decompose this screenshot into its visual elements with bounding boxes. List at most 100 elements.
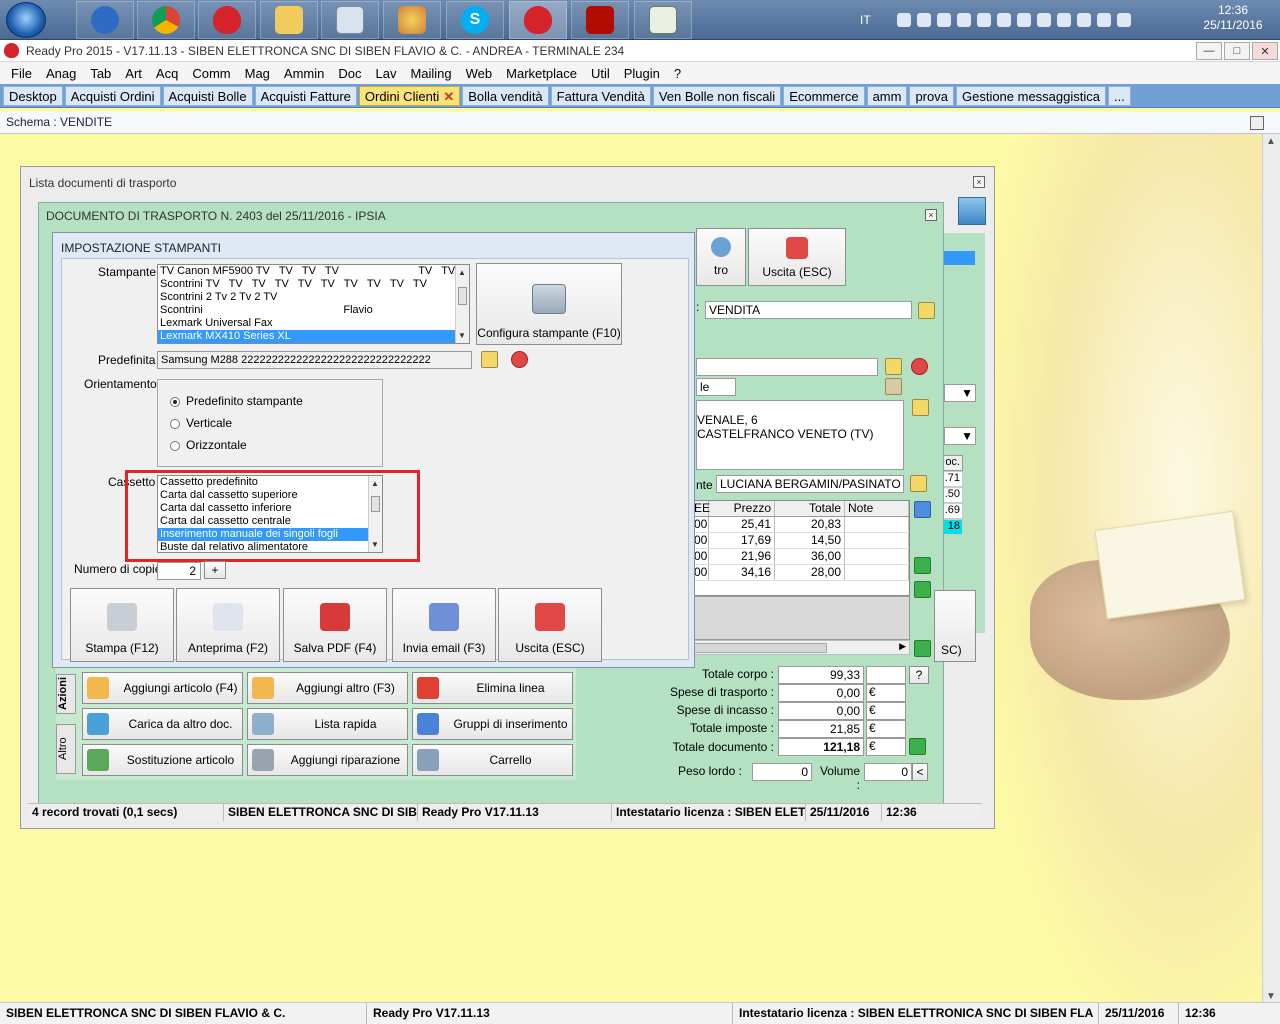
quick-list-button[interactable]: Lista rapida: [247, 708, 408, 740]
network-tray-icon[interactable]: [936, 13, 951, 27]
scroll-thumb[interactable]: [458, 287, 467, 305]
flag-tray-icon[interactable]: [1056, 13, 1071, 27]
taskbar-thunderbird[interactable]: [76, 1, 134, 39]
invia-email-button[interactable]: Invia email (F3): [392, 588, 496, 662]
schema-settings-icon[interactable]: [1250, 116, 1264, 130]
partial-button[interactable]: tro: [696, 228, 746, 286]
copies-plus-button[interactable]: +: [204, 561, 226, 579]
add-article-button[interactable]: Aggiungi articolo (F4): [82, 672, 243, 704]
address-box[interactable]: VENALE, 6 CASTELFRANCO VENETO (TV): [696, 400, 904, 470]
peso-lordo-value[interactable]: 0: [752, 763, 812, 781]
tab-altro[interactable]: Altro: [56, 724, 76, 774]
combo-2[interactable]: ▼: [944, 427, 976, 445]
folder-icon[interactable]: [918, 302, 935, 319]
tab-azioni[interactable]: Azioni: [56, 674, 76, 714]
table-header-cell[interactable]: Prezzo: [709, 501, 775, 516]
radio-button[interactable]: [170, 440, 180, 451]
volume-icon[interactable]: [1096, 13, 1111, 27]
orientation-option[interactable]: Verticale: [170, 416, 232, 430]
collapse-button[interactable]: <: [912, 763, 928, 781]
menu-item[interactable]: Marketplace: [499, 66, 584, 81]
start-button[interactable]: [6, 2, 46, 38]
taskbar-skype[interactable]: S: [446, 1, 504, 39]
printers-listbox[interactable]: TV Canon MF5900 TV TV TV TV TV TV TV TV S…: [157, 264, 470, 344]
arrow-up-icon[interactable]: [914, 557, 931, 574]
tab-close-icon[interactable]: ✕: [443, 89, 454, 104]
printer-tray-icon[interactable]: [896, 13, 911, 27]
delete-icon[interactable]: [511, 351, 528, 368]
menu-item[interactable]: Lav: [368, 66, 403, 81]
taskbar-paint[interactable]: [383, 1, 441, 39]
maximize-button[interactable]: □: [1224, 42, 1250, 60]
stamp-icon[interactable]: [885, 378, 902, 395]
battery-icon[interactable]: [1116, 13, 1131, 27]
printer-item[interactable]: Scontrini 2 Tv 2 Tv 2 TV: [158, 291, 469, 304]
menu-item[interactable]: Anag: [39, 66, 83, 81]
folder-icon[interactable]: [910, 475, 927, 492]
language-indicator[interactable]: IT: [860, 13, 871, 27]
menu-item[interactable]: Plugin: [617, 66, 667, 81]
users-icon[interactable]: [958, 197, 986, 225]
tab-item[interactable]: Bolla vendità: [462, 85, 549, 106]
tab-item[interactable]: Ven Bolle non fiscali: [652, 85, 782, 106]
anteprima-button[interactable]: Anteprima (F2): [176, 588, 280, 662]
taskbar-readypro-2[interactable]: [509, 1, 567, 39]
add-repair-button[interactable]: Aggiungi riparazione: [247, 744, 408, 776]
lista-selected-row[interactable]: [941, 251, 975, 265]
folder-icon[interactable]: [481, 351, 498, 368]
table-row[interactable]: 00 17,69 14,50: [691, 533, 909, 549]
menu-item[interactable]: Doc: [331, 66, 368, 81]
security-tray-icon[interactable]: [916, 13, 931, 27]
destinazione-field[interactable]: le: [696, 378, 736, 396]
taskbar-acrobat[interactable]: [571, 1, 629, 39]
cliente-field[interactable]: [696, 358, 878, 376]
menu-item[interactable]: Ammin: [277, 66, 331, 81]
add-other-button[interactable]: Aggiungi altro (F3): [247, 672, 408, 704]
printer-item[interactable]: Lexmark Universal Fax: [158, 317, 469, 330]
taskbar-spreadsheet[interactable]: [634, 1, 692, 39]
printers-scrollbar[interactable]: ▲ ▼: [455, 265, 469, 343]
radio-button[interactable]: [170, 418, 180, 429]
taskbar-readypro-1[interactable]: [198, 1, 256, 39]
configura-stampante-button[interactable]: Configura stampante (F10): [476, 263, 622, 345]
menu-item[interactable]: File: [4, 66, 39, 81]
taskbar-explorer[interactable]: [260, 1, 318, 39]
spese-incasso-value[interactable]: 0,00: [778, 702, 864, 720]
copies-field[interactable]: 2: [157, 562, 201, 580]
taskbar-chrome[interactable]: [137, 1, 195, 39]
folder-icon[interactable]: [912, 399, 929, 416]
sync-tray-icon[interactable]: [956, 13, 971, 27]
close-button[interactable]: ✕: [1252, 42, 1278, 60]
scrollbar-thumb[interactable]: [693, 643, 827, 653]
contact-field[interactable]: LUCIANA BERGAMIN/PASINATO: [716, 475, 904, 493]
shield-tray-icon[interactable]: [1036, 13, 1051, 27]
insert-groups-button[interactable]: Gruppi di inserimento: [412, 708, 573, 740]
printer-item[interactable]: Lexmark MX410 Series XL: [158, 330, 469, 343]
tab-item[interactable]: amm: [866, 85, 908, 106]
dropbox-tray-icon[interactable]: [1016, 13, 1031, 27]
arrow-down-icon[interactable]: [914, 581, 931, 598]
tab-item[interactable]: Ordini Clienti ✕: [358, 85, 461, 106]
printer-item[interactable]: Scontrini TV TV TV TV TV TV TV TV TV TV: [158, 278, 469, 291]
menu-item[interactable]: ?: [667, 66, 688, 81]
tab-item[interactable]: ...: [1108, 85, 1131, 106]
radio-button[interactable]: [170, 396, 180, 407]
stampa-button[interactable]: Stampa (F12): [70, 588, 174, 662]
network-status-icon[interactable]: [1076, 13, 1091, 27]
documento-exit-button[interactable]: Uscita (ESC): [748, 228, 846, 286]
menu-item[interactable]: Acq: [149, 66, 185, 81]
documento-close-button[interactable]: ×: [925, 209, 937, 221]
menu-item[interactable]: Art: [118, 66, 149, 81]
partial-exit-button[interactable]: SC): [934, 590, 976, 662]
load-from-doc-button[interactable]: Carica da altro doc.: [82, 708, 243, 740]
salva-pdf-button[interactable]: Salva PDF (F4): [283, 588, 387, 662]
menu-item[interactable]: Web: [459, 66, 500, 81]
taskbar-clock[interactable]: 12:36 25/11/2016: [1190, 3, 1276, 33]
cart-button[interactable]: Carrello: [412, 744, 573, 776]
table-header-cell[interactable]: Totale: [775, 501, 845, 516]
printer-item[interactable]: Scontrini Flavio: [158, 304, 469, 317]
replace-article-button[interactable]: Sostituzione articolo: [82, 744, 243, 776]
menu-item[interactable]: Mag: [238, 66, 277, 81]
help-button[interactable]: ?: [909, 666, 929, 684]
scroll-down-icon[interactable]: ▼: [458, 329, 466, 342]
